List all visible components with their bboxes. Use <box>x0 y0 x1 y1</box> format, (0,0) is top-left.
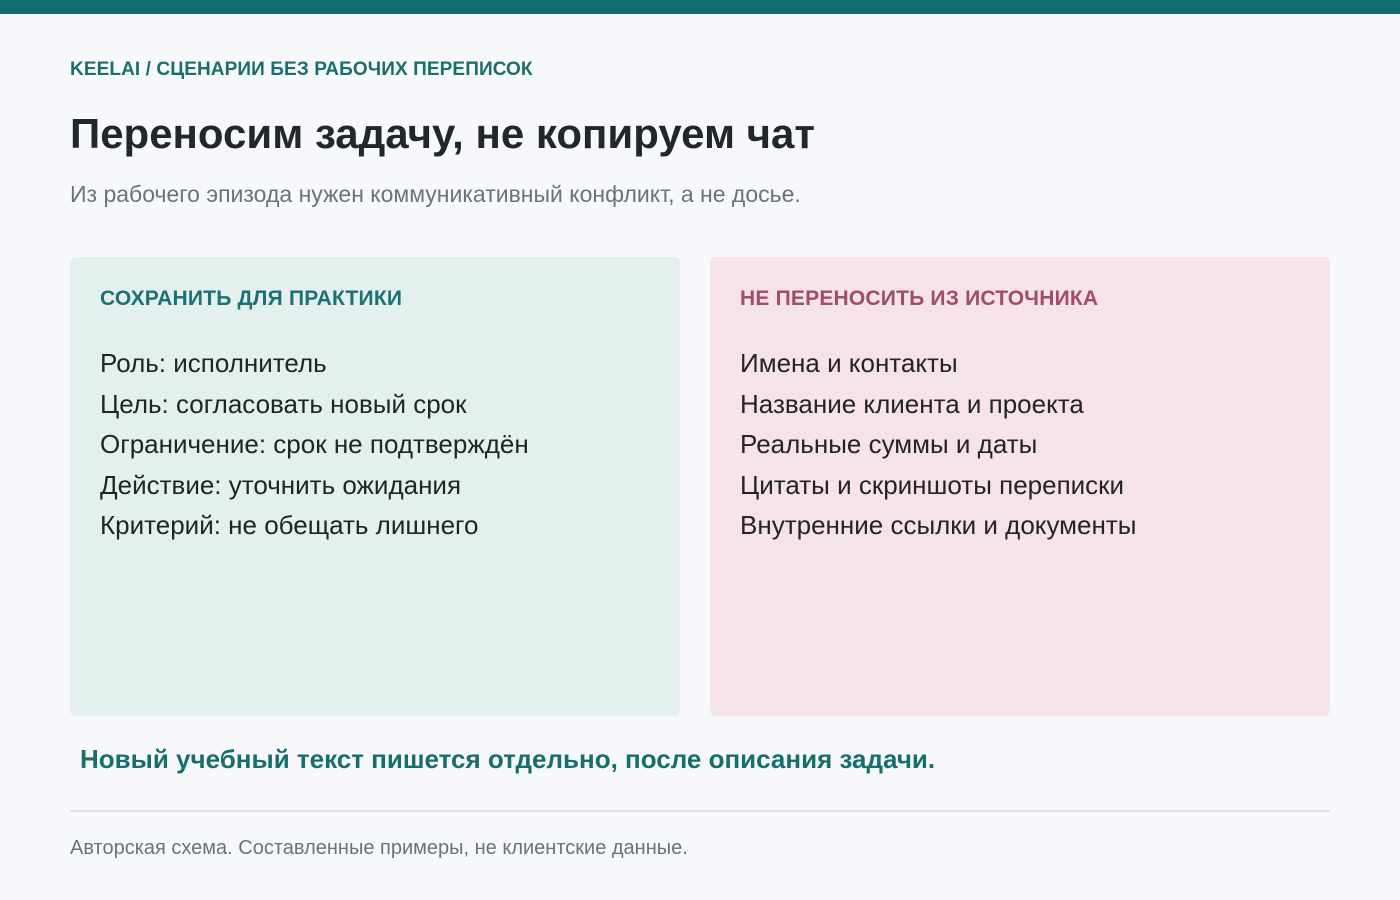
exclude-list: Имена и контакты Название клиента и прое… <box>740 343 1136 546</box>
keep-list-item: Цель: согласовать новый срок <box>100 388 467 419</box>
footnote: Авторская схема. Составленные примеры, н… <box>70 837 688 859</box>
keep-panel: СОХРАНИТЬ ДЛЯ ПРАКТИКИ Роль: исполнитель… <box>70 257 680 716</box>
exclude-panel-heading: НЕ ПЕРЕНОСИТЬ ИЗ ИСТОЧНИКА <box>740 287 1099 310</box>
exclude-list-item: Цитаты и скриншоты переписки <box>740 469 1125 500</box>
exclude-list-item: Внутренние ссылки и документы <box>740 510 1137 541</box>
keep-list-item: Критерий: не обещать лишнего <box>100 510 479 541</box>
breadcrumb: KEELAI / СЦЕНАРИИ БЕЗ РАБОЧИХ ПЕРЕПИСОК <box>70 59 533 80</box>
keep-list-item: Роль: исполнитель <box>100 348 327 378</box>
takeaway-text: Новый учебный текст пишется отдельно, по… <box>80 744 936 774</box>
exclude-panel: НЕ ПЕРЕНОСИТЬ ИЗ ИСТОЧНИКА Имена и конта… <box>710 257 1330 716</box>
exclude-list-item: Реальные суммы и даты <box>740 429 1038 460</box>
page-title: Переносим задачу, не копируем чат <box>70 110 815 157</box>
page-subtitle: Из рабочего эпизода нужен коммуникативны… <box>70 181 801 207</box>
keep-list: Роль: исполнитель Цель: согласовать новы… <box>100 343 529 546</box>
exclude-list-item: Название клиента и проекта <box>740 388 1084 419</box>
top-accent-bar <box>0 0 1400 14</box>
footer-divider <box>70 810 1330 812</box>
exclude-list-item: Имена и контакты <box>740 348 958 378</box>
keep-panel-heading: СОХРАНИТЬ ДЛЯ ПРАКТИКИ <box>100 287 403 310</box>
keep-list-item: Ограничение: срок не подтверждён <box>100 429 529 460</box>
keep-list-item: Действие: уточнить ожидания <box>100 469 462 500</box>
